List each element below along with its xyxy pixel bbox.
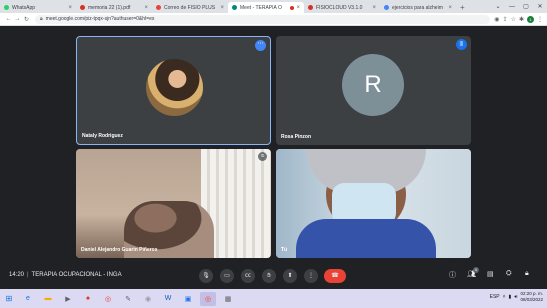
camera-button[interactable]: ▭ [220, 269, 234, 283]
close-icon[interactable]: × [448, 5, 452, 11]
tab-label: FISIOCLOUD V3.1.0 [316, 4, 363, 11]
tab-label: memoria 22 (1).pdf [88, 4, 131, 11]
gmail-icon [156, 5, 161, 10]
close-icon[interactable]: × [144, 5, 148, 11]
meet-icon [232, 5, 237, 10]
activities-icon[interactable]: ⛭ [506, 270, 512, 278]
chevron-down-icon[interactable]: ⌄ [491, 3, 505, 10]
raise-hand-button[interactable]: ✋︎ [262, 269, 276, 283]
present-button[interactable]: ⬆ [283, 269, 297, 283]
camera-icon[interactable]: ◉ [494, 16, 499, 23]
close-icon[interactable]: × [68, 5, 72, 11]
tab-correo[interactable]: Correo de FISIO PLUS × [152, 2, 228, 13]
window-controls: ⌄ — ▢ ✕ [491, 0, 547, 13]
camera-app-icon[interactable]: ◉ [140, 292, 156, 306]
maximize-button[interactable]: ▢ [519, 3, 533, 10]
tab-ejercicios[interactable]: ejercicios para alzheim × [380, 2, 456, 13]
tab-label: ejercicios para alzheim [392, 4, 443, 11]
hangup-button[interactable]: ☎︎ [324, 269, 346, 283]
google-icon [384, 5, 389, 10]
taskbar: ⊞ e ▬ ▶ ♠ ◎ ✎ ◉ W ▣ ◎ ▦ ESP ˄ ▮ 🔊︎ 02:20… [0, 289, 547, 308]
menu-icon[interactable]: ⋮ [537, 16, 543, 23]
network-icon[interactable]: ▮ [509, 294, 512, 300]
close-icon[interactable]: × [220, 5, 224, 11]
participant-tile-self[interactable]: Tú [276, 149, 471, 258]
participant-count-badge: 4 [472, 267, 479, 273]
more-options-button[interactable]: ⋮ [304, 269, 318, 283]
tab-meet[interactable]: Meet - TERAPIA O × [228, 2, 304, 13]
chrome-active-icon[interactable]: ◎ [200, 291, 216, 306]
more-options-icon[interactable]: ⋯ [255, 40, 266, 51]
close-icon[interactable]: × [372, 5, 376, 11]
share-icon[interactable]: ⇪ [503, 16, 508, 23]
paint-icon[interactable]: ✎ [120, 292, 136, 306]
tab-label: Meet - TERAPIA O [240, 4, 282, 11]
participant-name: Nataly Rodriguez [82, 133, 123, 139]
pdf-icon [80, 5, 85, 10]
host-controls-icon[interactable]: 🔒︎ [525, 270, 529, 278]
toolbar-actions: ◉ ⇪ ☆ ✱ 1 ⋮ [494, 15, 543, 23]
tab-whatsapp[interactable]: WhatsApp × [0, 2, 76, 13]
tab-fisiocloud[interactable]: FISIOCLOUD V3.1.0 × [304, 2, 380, 13]
word-icon[interactable]: W [160, 292, 176, 306]
audio-level-icon: ||| [456, 39, 467, 50]
clock-date: 08/03/2022 [520, 297, 543, 302]
language-indicator[interactable]: ESP [490, 294, 500, 300]
captions-button[interactable]: ㏄ [241, 269, 255, 283]
back-icon[interactable]: ← [4, 16, 13, 22]
participant-name: Tú [281, 247, 288, 253]
forward-icon[interactable]: → [13, 16, 22, 22]
acrobat-icon[interactable]: ♠ [80, 292, 96, 306]
close-icon[interactable]: × [296, 5, 300, 11]
screen: WhatsApp × memoria 22 (1).pdf × Correo d… [0, 0, 547, 308]
calculator-icon[interactable]: ▦ [220, 292, 236, 306]
meeting-info: 14:20 | TERAPIA OCUPACIONAL - INGA [9, 272, 122, 278]
fisiocloud-icon [308, 5, 313, 10]
meeting-time: 14:20 [9, 272, 25, 278]
chat-icon[interactable]: ▤ [487, 270, 494, 278]
video-gown [296, 219, 436, 258]
new-tab-button[interactable]: + [456, 2, 469, 13]
whatsapp-icon [4, 5, 9, 10]
participant-avatar-photo [146, 59, 203, 116]
meeting-separator: | [27, 272, 29, 278]
participant-tile-rosa[interactable]: R ||| Rosa Pinzon [276, 36, 471, 145]
participant-name: Rosa Pinzon [281, 134, 312, 140]
windows-start-icon[interactable]: ⊞ [0, 294, 18, 303]
participant-tile-nataly[interactable]: ⋯ Nataly Rodriguez [76, 36, 271, 145]
people-icon[interactable]: 👥︎ 4 [467, 267, 479, 278]
browser-tab-strip: WhatsApp × memoria 22 (1).pdf × Correo d… [0, 0, 547, 13]
volume-icon[interactable]: 🔊︎ [514, 294, 517, 300]
show-hidden-icons-icon[interactable]: ˄ [503, 294, 506, 300]
participant-avatar: R [342, 54, 404, 116]
close-window-button[interactable]: ✕ [533, 3, 547, 10]
address-bar[interactable]: 🔒︎ meet.google.com/piz-tpqx-sjn?authuser… [35, 14, 491, 24]
system-tray: ESP ˄ ▮ 🔊︎ 02:20 p. m. 08/03/2022 [490, 291, 543, 303]
extensions-icon[interactable]: ✱ [519, 16, 524, 23]
browser-toolbar: ← → ↻ 🔒︎ meet.google.com/piz-tpqx-sjn?au… [0, 13, 547, 26]
recording-indicator-icon [290, 5, 295, 10]
tab-label: WhatsApp [12, 4, 36, 11]
info-icon[interactable]: ⓘ [449, 270, 456, 280]
reload-icon[interactable]: ↻ [22, 16, 31, 23]
lock-icon: 🔒︎ [40, 16, 43, 22]
ie-icon[interactable]: e [20, 292, 36, 306]
tab-label: Correo de FISIO PLUS [164, 4, 216, 11]
meet-control-bar: 14:20 | TERAPIA OCUPACIONAL - INGA 🎙︎ ▭ ㏄ … [0, 265, 547, 288]
profile-avatar[interactable]: 1 [527, 15, 534, 23]
file-explorer-icon[interactable]: ▬ [40, 292, 56, 306]
participant-tile-daniel[interactable]: ⦸ Daniel Alejandro Guarin Piñeros [76, 149, 271, 258]
network-app-icon[interactable]: ▣ [180, 292, 196, 306]
minimize-button[interactable]: — [505, 4, 519, 10]
tab-memoria-pdf[interactable]: memoria 22 (1).pdf × [76, 2, 152, 13]
star-icon[interactable]: ☆ [511, 16, 516, 23]
media-player-icon[interactable]: ▶ [60, 292, 76, 306]
meeting-title: TERAPIA OCUPACIONAL - INGA [31, 272, 122, 278]
system-clock[interactable]: 02:20 p. m. 08/03/2022 [520, 291, 543, 303]
url-text: meet.google.com/piz-tpqx-sjn?authuser=0&… [45, 16, 155, 22]
microphone-button[interactable]: 🎙︎ [199, 269, 213, 283]
chrome-icon[interactable]: ◎ [100, 292, 116, 306]
participant-name: Daniel Alejandro Guarin Piñeros [81, 247, 158, 253]
mic-muted-icon: ⦸ [258, 152, 267, 161]
